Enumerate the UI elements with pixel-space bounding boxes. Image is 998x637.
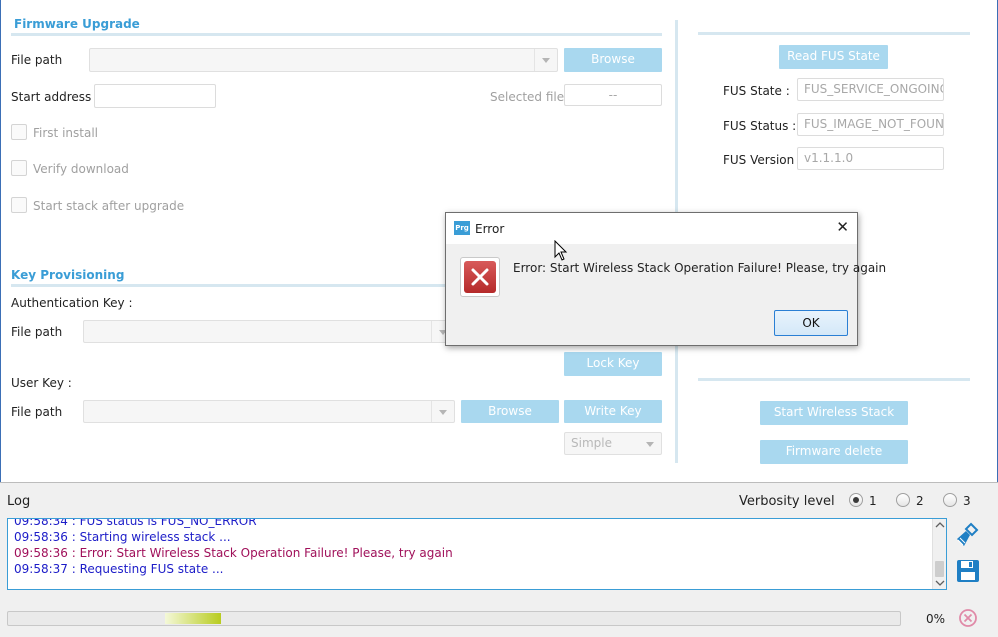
write-key-button[interactable]: Write Key: [564, 400, 662, 423]
start-wireless-stack-button[interactable]: Start Wireless Stack: [760, 401, 908, 425]
verbosity-radio-1[interactable]: [849, 493, 863, 507]
chevron-down-icon[interactable]: [431, 401, 454, 422]
read-fus-state-button[interactable]: Read FUS State: [779, 45, 888, 69]
error-icon-frame: [460, 257, 500, 297]
fus-top-separator: [698, 32, 970, 35]
fw-browse-button[interactable]: Browse: [564, 48, 662, 72]
verbosity-radio-2-label: 2: [916, 494, 924, 508]
fw-file-path-combo[interactable]: [89, 48, 558, 72]
start-address-label: Start address: [11, 90, 92, 104]
error-dialog: Prg Error ✕ Error: Start Wireless Stack …: [445, 212, 886, 346]
progress-percent: 0%: [926, 612, 946, 626]
log-panel-divider: [0, 482, 998, 483]
log-output[interactable]: 09:58:34 : FUS status is FUS_NO_ERROR 09…: [7, 518, 947, 590]
verbosity-radio-3[interactable]: [943, 493, 957, 507]
error-x-icon: [464, 261, 496, 293]
user-file-path-combo[interactable]: [83, 400, 455, 423]
log-scrollbar-thumb[interactable]: [935, 561, 944, 577]
fus-version-value: v1.1.1.0: [804, 151, 854, 165]
fus-status-value: FUS_IMAGE_NOT_FOUND: [804, 117, 943, 131]
fus-status-field: FUS_IMAGE_NOT_FOUND: [797, 113, 944, 136]
fw-file-path-label: File path: [11, 53, 63, 67]
firmware-upgrade-underline: [11, 33, 662, 36]
firmware-delete-button[interactable]: Firmware delete: [760, 440, 908, 464]
auth-file-path-combo[interactable]: [83, 320, 455, 343]
fus-status-label: FUS Status :: [723, 119, 797, 133]
progress-bar-fill: [165, 613, 221, 624]
close-icon[interactable]: ✕: [836, 218, 849, 236]
error-dialog-titlebar: Prg Error ✕: [446, 213, 857, 244]
auth-key-label: Authentication Key :: [11, 296, 133, 310]
verbosity-radio-3-label: 3: [963, 494, 971, 508]
ok-button[interactable]: OK: [774, 310, 848, 336]
save-log-floppy-icon[interactable]: [955, 558, 981, 584]
selected-file-field: --: [564, 84, 662, 106]
log-line: 09:58:37 : Requesting FUS state ...: [14, 562, 224, 576]
cancel-circle-icon[interactable]: [958, 608, 978, 628]
clear-log-brush-icon[interactable]: [955, 522, 981, 550]
error-message: Error: Start Wireless Stack Operation Fa…: [513, 261, 887, 275]
user-browse-button[interactable]: Browse: [461, 400, 559, 423]
user-key-label: User Key :: [11, 376, 72, 390]
verify-download-checkbox[interactable]: [11, 160, 27, 176]
selected-file-label: Selected file :: [490, 90, 572, 104]
key-type-select[interactable]: Simple: [564, 432, 662, 455]
start-stack-label: Start stack after upgrade: [33, 199, 185, 213]
log-scrollbar[interactable]: [932, 519, 946, 589]
user-file-path-label: File path: [11, 405, 63, 419]
error-dialog-title: Error: [475, 222, 505, 236]
auth-file-path-label: File path: [11, 325, 63, 339]
first-install-checkbox[interactable]: [11, 124, 27, 140]
scroll-up-icon[interactable]: [935, 521, 945, 529]
chevron-down-icon[interactable]: [639, 433, 661, 454]
lock-key-button[interactable]: Lock Key: [564, 352, 662, 376]
verbosity-radio-2[interactable]: [896, 493, 910, 507]
progress-bar: [7, 611, 901, 626]
start-stack-checkbox[interactable]: [11, 197, 27, 213]
fus-version-field: v1.1.1.0: [797, 147, 944, 170]
start-address-input[interactable]: [94, 84, 216, 108]
first-install-label: First install: [33, 126, 98, 140]
app-icon: Prg: [454, 221, 470, 235]
firmware-upgrade-title: Firmware Upgrade: [14, 17, 140, 31]
fus-state-value: FUS_SERVICE_ONGOING: [804, 82, 943, 96]
mouse-cursor-icon: [554, 240, 568, 261]
log-line-error: 09:58:36 : Error: Start Wireless Stack O…: [14, 546, 453, 560]
verbosity-radio-1-label: 1: [869, 494, 877, 508]
verify-download-label: Verify download: [33, 162, 129, 176]
chevron-down-icon[interactable]: [534, 49, 557, 71]
log-title: Log: [7, 494, 31, 509]
fus-state-field: FUS_SERVICE_ONGOING: [797, 78, 944, 101]
log-line: 09:58:34 : FUS status is FUS_NO_ERROR: [14, 518, 257, 528]
log-line: 09:58:36 : Starting wireless stack ...: [14, 530, 231, 544]
selected-file-value: --: [608, 88, 618, 102]
fus-bottom-separator: [698, 378, 970, 381]
verbosity-label: Verbosity level: [739, 494, 835, 509]
key-provisioning-title: Key Provisioning: [11, 268, 125, 282]
key-provisioning-underline: [11, 284, 451, 287]
fus-state-label: FUS State :: [723, 84, 790, 98]
scroll-down-icon[interactable]: [935, 579, 945, 587]
fus-version-label: FUS Version :: [723, 153, 803, 167]
